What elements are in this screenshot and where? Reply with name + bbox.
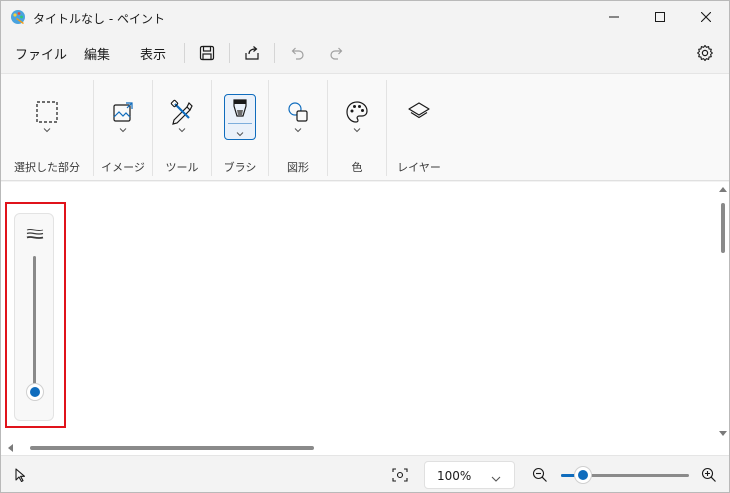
fit-view-icon — [392, 468, 408, 482]
zoom-slider-thumb[interactable] — [573, 466, 592, 484]
zoom-value: 100% — [437, 469, 472, 483]
title-bar: タイトルなし - ペイント — [1, 1, 729, 33]
brush-icon — [230, 98, 250, 123]
close-icon — [701, 12, 711, 22]
menu-divider — [229, 43, 230, 63]
ribbon-label-layers: レイヤー — [397, 161, 441, 174]
scroll-up-icon[interactable] — [718, 184, 728, 194]
ribbon-label-selection: 選択した部分 — [14, 161, 80, 174]
ribbon-group-layers: レイヤー — [387, 74, 451, 182]
brush-button-divider — [228, 123, 252, 124]
ribbon: 選択した部分 イメージ ツール ブラシ 図形 色 レイヤー — [1, 73, 729, 181]
maximize-button[interactable] — [637, 1, 683, 33]
ribbon-group-colors: 色 — [328, 74, 386, 182]
ribbon-label-image: イメージ — [101, 161, 145, 174]
scroll-left-icon[interactable] — [5, 443, 15, 453]
chevron-down-icon[interactable] — [115, 124, 131, 136]
menu-divider — [274, 43, 275, 63]
zoom-out-button[interactable] — [532, 467, 548, 483]
layers-icon[interactable] — [403, 96, 435, 128]
highlight-box — [5, 202, 66, 428]
save-button[interactable] — [195, 41, 219, 65]
ribbon-label-shapes: 図形 — [287, 161, 309, 174]
zoom-in-icon — [701, 467, 716, 482]
maximize-icon — [655, 12, 665, 22]
save-icon — [199, 45, 215, 61]
menu-divider — [184, 43, 185, 63]
status-bar: 100% — [1, 455, 729, 492]
ribbon-group-brush: ブラシ — [212, 74, 268, 182]
chevron-down-icon[interactable] — [174, 124, 190, 136]
share-icon — [245, 46, 259, 60]
menu-bar: ファイル 編集 表示 — [1, 33, 729, 73]
paint-app-icon — [10, 9, 26, 25]
ribbon-group-selection: 選択した部分 — [1, 74, 93, 182]
zoom-out-icon — [532, 467, 547, 482]
menu-file[interactable]: ファイル — [15, 44, 67, 63]
drawing-canvas[interactable] — [1, 182, 717, 441]
ribbon-label-brush: ブラシ — [223, 161, 257, 174]
chevron-down-icon[interactable] — [236, 126, 244, 140]
close-button[interactable] — [683, 1, 729, 33]
fit-to-window-button[interactable] — [392, 467, 408, 483]
chevron-down-icon[interactable] — [349, 124, 365, 136]
vertical-scroll-thumb[interactable] — [721, 203, 725, 253]
ribbon-label-colors: 色 — [351, 161, 363, 174]
chevron-down-icon — [491, 471, 501, 485]
redo-icon — [330, 47, 343, 60]
redo-button[interactable] — [325, 41, 349, 65]
horizontal-scrollbar[interactable] — [1, 441, 729, 455]
vertical-scrollbar[interactable] — [717, 182, 729, 441]
brush-button[interactable] — [224, 94, 256, 140]
window-title: タイトルなし - ペイント — [33, 12, 165, 26]
ribbon-group-tools: ツール — [153, 74, 211, 182]
menu-edit[interactable]: 編集 — [84, 44, 110, 63]
undo-icon — [291, 47, 304, 60]
ribbon-group-shapes: 図形 — [269, 74, 327, 182]
zoom-in-button[interactable] — [701, 467, 717, 483]
minimize-button[interactable] — [591, 1, 637, 33]
ribbon-group-image: イメージ — [94, 74, 152, 182]
share-button[interactable] — [240, 41, 264, 65]
zoom-dropdown[interactable]: 100% — [424, 461, 515, 489]
horizontal-scroll-thumb[interactable] — [30, 446, 314, 450]
chevron-down-icon[interactable] — [290, 124, 306, 136]
undo-button[interactable] — [285, 41, 309, 65]
settings-button[interactable] — [693, 41, 717, 65]
paint-window: タイトルなし - ペイント ファイル 編集 表示 選択した部分 イメージ ツール… — [0, 0, 730, 493]
menu-view[interactable]: 表示 — [140, 44, 166, 63]
cursor-icon — [12, 467, 28, 483]
scroll-down-icon[interactable] — [718, 429, 728, 439]
minimize-icon — [609, 16, 619, 18]
gear-icon — [697, 44, 713, 62]
ribbon-label-tools: ツール — [165, 161, 199, 174]
chevron-down-icon[interactable] — [39, 124, 55, 136]
